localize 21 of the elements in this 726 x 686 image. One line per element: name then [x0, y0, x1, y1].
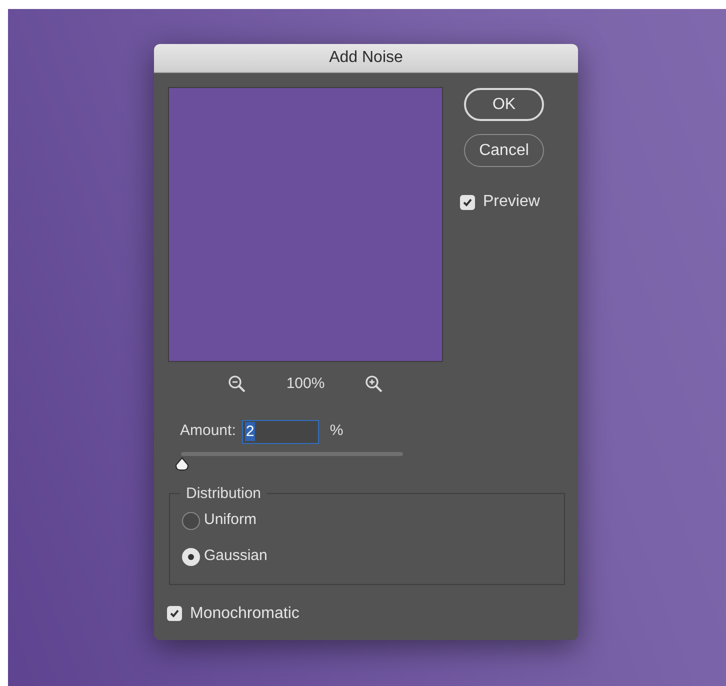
amount-slider[interactable]	[174, 450, 403, 472]
cancel-button[interactable]: Cancel	[464, 134, 544, 167]
checkbox[interactable]	[460, 194, 475, 210]
percent-unit: %	[330, 421, 344, 442]
radio-button[interactable]	[182, 548, 200, 566]
radio-label: Uniform	[204, 510, 257, 530]
window-title: Add Noise	[329, 48, 403, 68]
zoom-out-icon[interactable]	[228, 375, 246, 394]
preview-label: Preview	[483, 192, 540, 212]
slider-thumb[interactable]	[175, 456, 190, 470]
radio-label: Gaussian	[204, 546, 268, 566]
checkmark-icon	[169, 608, 180, 619]
amount-label: Amount:	[180, 421, 236, 442]
monochromatic-label: Monochromatic	[190, 604, 300, 624]
radio-button[interactable]	[182, 512, 200, 530]
zoom-in-icon[interactable]	[364, 375, 383, 394]
amount-field[interactable]: 2	[242, 420, 319, 444]
checkmark-icon	[462, 196, 473, 208]
ok-button[interactable]: OK	[464, 88, 544, 121]
zoom-level: 100%	[286, 374, 325, 394]
checkbox[interactable]	[167, 606, 182, 621]
